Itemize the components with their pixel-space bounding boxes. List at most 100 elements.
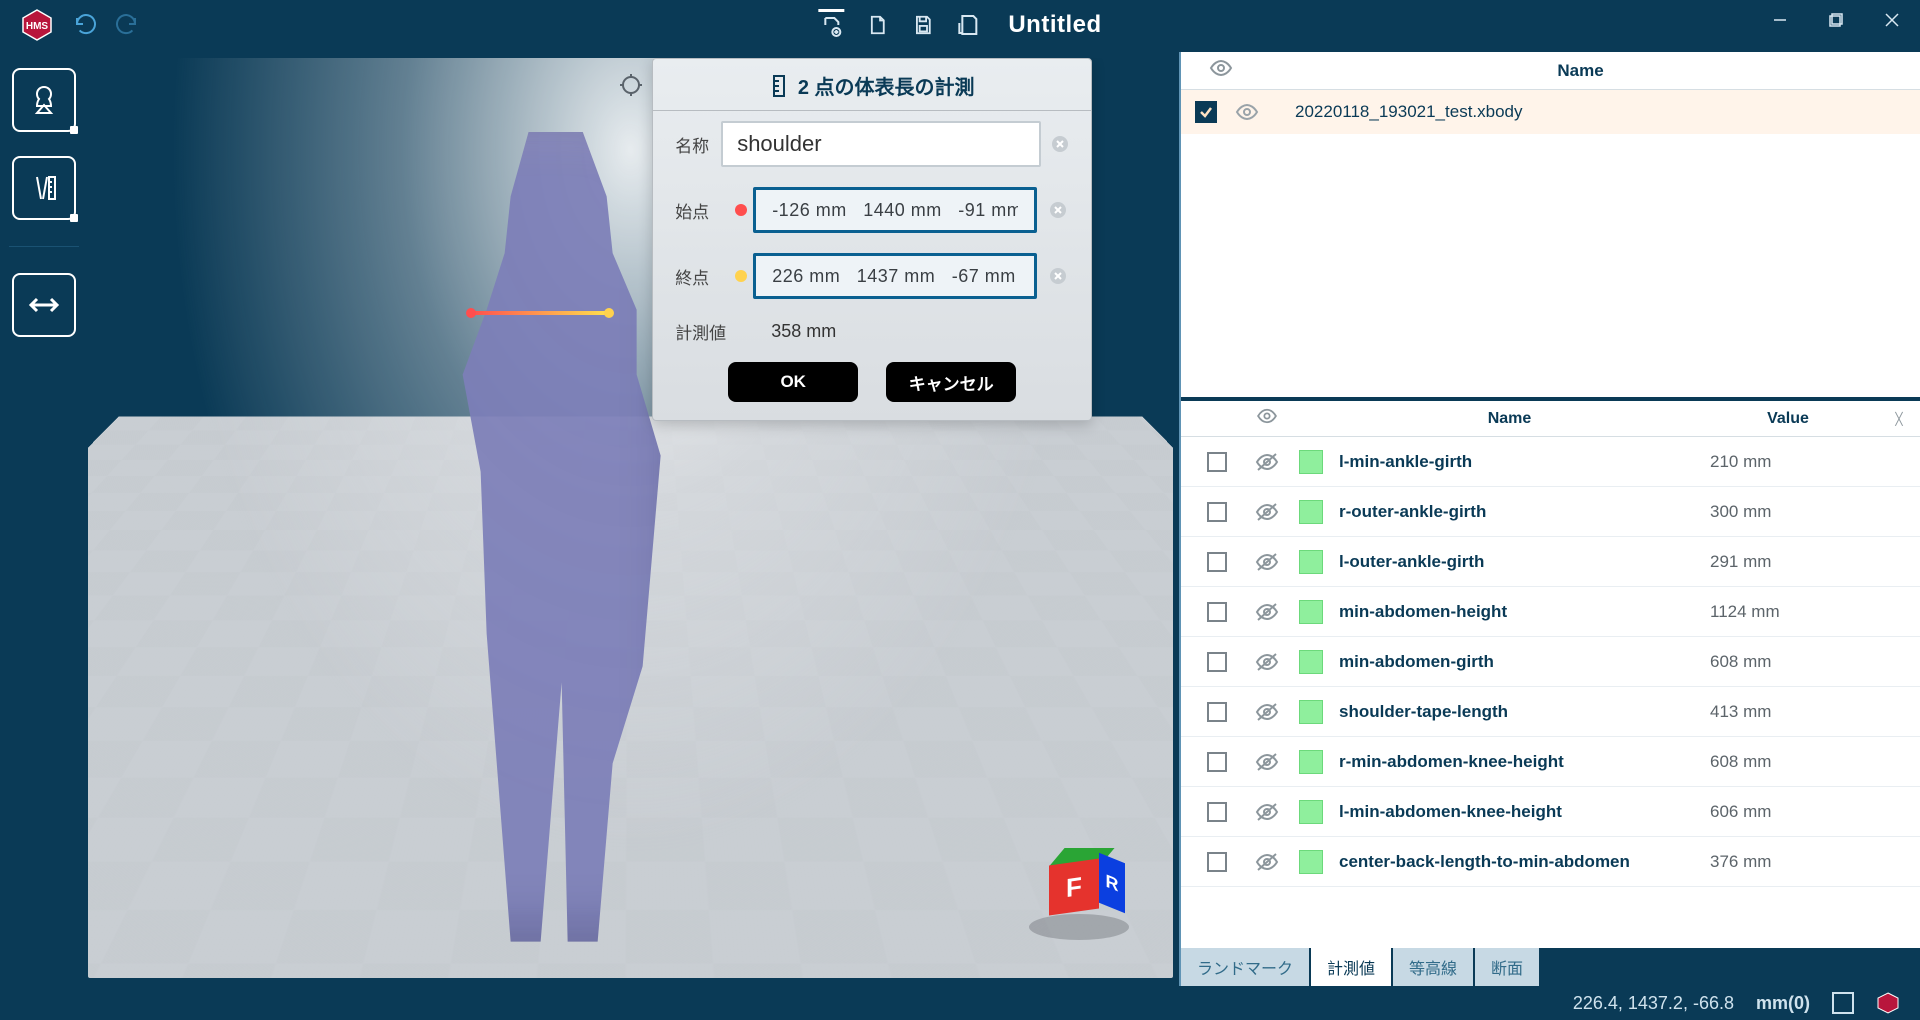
measure-row[interactable]: l-min-ankle-girth 210 mm bbox=[1181, 437, 1920, 487]
eye-icon[interactable] bbox=[1229, 103, 1265, 121]
result-label: 計測値 bbox=[675, 319, 755, 344]
files-name-header[interactable]: Name bbox=[1251, 61, 1910, 81]
measure-checkbox[interactable] bbox=[1191, 602, 1243, 622]
tab-landmark[interactable]: ランドマーク bbox=[1181, 948, 1309, 986]
svg-text:HMS: HMS bbox=[26, 21, 49, 32]
measure-value: 608 mm bbox=[1710, 652, 1910, 672]
save-as-button[interactable] bbox=[956, 12, 982, 38]
measure-checkbox[interactable] bbox=[1191, 752, 1243, 772]
cancel-button[interactable]: キャンセル bbox=[886, 362, 1016, 402]
measure-row[interactable]: l-min-abdomen-knee-height 606 mm bbox=[1181, 787, 1920, 837]
clear-start-button[interactable] bbox=[1047, 199, 1069, 221]
end-point-input[interactable] bbox=[753, 253, 1037, 299]
measure-row[interactable]: l-outer-ankle-girth 291 mm bbox=[1181, 537, 1920, 587]
eye-off-icon[interactable] bbox=[1243, 702, 1291, 722]
status-coords: 226.4, 1437.2, -66.8 bbox=[1573, 993, 1734, 1014]
panel-title: 2 点の体表長の計測 bbox=[798, 71, 975, 100]
measure-row[interactable]: r-min-abdomen-knee-height 608 mm bbox=[1181, 737, 1920, 787]
window-close-button[interactable] bbox=[1864, 0, 1920, 40]
mode-resize-button[interactable] bbox=[12, 273, 76, 337]
left-toolbar bbox=[0, 50, 88, 986]
measure-value: 606 mm bbox=[1710, 802, 1910, 822]
window-minimize-button[interactable] bbox=[1752, 0, 1808, 40]
reset-camera-button[interactable] bbox=[614, 68, 648, 102]
save-button[interactable] bbox=[910, 12, 936, 38]
measure-row[interactable]: min-abdomen-height 1124 mm bbox=[1181, 587, 1920, 637]
color-swatch[interactable] bbox=[1291, 500, 1331, 524]
eye-off-icon[interactable] bbox=[1243, 652, 1291, 672]
measure-name: l-min-abdomen-knee-height bbox=[1331, 802, 1710, 822]
mode-body-button[interactable] bbox=[12, 68, 76, 132]
file-checkbox[interactable] bbox=[1195, 101, 1217, 123]
measure-name: min-abdomen-height bbox=[1331, 602, 1710, 622]
ok-button[interactable]: OK bbox=[728, 362, 858, 402]
measure-name: l-min-ankle-girth bbox=[1331, 452, 1710, 472]
measurement-panel: 2 点の体表長の計測 名称 始点 bbox=[652, 58, 1092, 421]
end-color-dot bbox=[735, 270, 747, 282]
measure-name: min-abdomen-girth bbox=[1331, 652, 1710, 672]
measure-row[interactable]: r-outer-ankle-girth 300 mm bbox=[1181, 487, 1920, 537]
name-label: 名称 bbox=[675, 132, 711, 157]
measure-row[interactable]: center-back-length-to-min-abdomen 376 mm bbox=[1181, 837, 1920, 887]
color-swatch[interactable] bbox=[1291, 800, 1331, 824]
status-rect-icon[interactable] bbox=[1832, 992, 1854, 1014]
viewport-3d[interactable]: F R 2 点の体表長の計測 名称 bbox=[88, 58, 1173, 978]
eye-off-icon[interactable] bbox=[1243, 802, 1291, 822]
measure-name: l-outer-ankle-girth bbox=[1331, 552, 1710, 572]
color-swatch[interactable] bbox=[1291, 650, 1331, 674]
measure-value: 413 mm bbox=[1710, 702, 1910, 722]
measure-checkbox[interactable] bbox=[1191, 702, 1243, 722]
clear-end-button[interactable] bbox=[1047, 265, 1069, 287]
measure-name: r-min-abdomen-knee-height bbox=[1331, 752, 1710, 772]
measure-checkbox[interactable] bbox=[1191, 802, 1243, 822]
eye-off-icon[interactable] bbox=[1243, 852, 1291, 872]
result-value: 358 mm bbox=[771, 321, 836, 342]
measure-checkbox[interactable] bbox=[1191, 452, 1243, 472]
clear-name-button[interactable] bbox=[1051, 133, 1069, 155]
measure-name-header[interactable]: Name bbox=[1331, 410, 1688, 428]
measurement-line-shoulder[interactable] bbox=[470, 311, 610, 315]
measure-visibility-header-icon bbox=[1243, 408, 1291, 429]
mode-measure-button[interactable] bbox=[12, 156, 76, 220]
eye-off-icon[interactable] bbox=[1243, 602, 1291, 622]
measure-checkbox[interactable] bbox=[1191, 652, 1243, 672]
eye-off-icon[interactable] bbox=[1243, 752, 1291, 772]
app-logo: HMS bbox=[18, 6, 56, 44]
window-maximize-button[interactable] bbox=[1808, 0, 1864, 40]
color-swatch[interactable] bbox=[1291, 850, 1331, 874]
measure-row[interactable]: min-abdomen-girth 608 mm bbox=[1181, 637, 1920, 687]
measure-checkbox[interactable] bbox=[1191, 552, 1243, 572]
eye-off-icon[interactable] bbox=[1243, 502, 1291, 522]
toolbar-separator bbox=[9, 246, 79, 247]
files-visibility-header-icon bbox=[1191, 59, 1251, 82]
name-input[interactable] bbox=[721, 121, 1041, 167]
eye-off-icon[interactable] bbox=[1243, 452, 1291, 472]
tab-contour[interactable]: 等高線 bbox=[1393, 948, 1473, 986]
measure-row[interactable]: shoulder-tape-length 413 mm bbox=[1181, 687, 1920, 737]
color-swatch[interactable] bbox=[1291, 700, 1331, 724]
eye-off-icon[interactable] bbox=[1243, 552, 1291, 572]
color-swatch[interactable] bbox=[1291, 450, 1331, 474]
tab-measure[interactable]: 計測値 bbox=[1311, 948, 1391, 986]
file-row[interactable]: 20220118_193021_test.xbody bbox=[1181, 90, 1920, 134]
color-swatch[interactable] bbox=[1291, 600, 1331, 624]
tab-section[interactable]: 断面 bbox=[1475, 948, 1539, 986]
measure-value-header[interactable]: Value bbox=[1688, 410, 1888, 428]
measure-name: r-outer-ankle-girth bbox=[1331, 502, 1710, 522]
redo-button[interactable] bbox=[106, 5, 146, 45]
start-point-input[interactable] bbox=[753, 187, 1037, 233]
ruler-icon bbox=[770, 75, 788, 97]
undo-button[interactable] bbox=[66, 5, 106, 45]
measure-checkbox[interactable] bbox=[1191, 852, 1243, 872]
color-swatch[interactable] bbox=[1291, 550, 1331, 574]
import-body-button[interactable] bbox=[818, 9, 844, 35]
file-name: 20220118_193021_test.xbody bbox=[1295, 102, 1523, 122]
color-swatch[interactable] bbox=[1291, 750, 1331, 774]
scroll-up-indicator[interactable]: ╳ bbox=[1888, 412, 1910, 426]
status-logo-icon[interactable] bbox=[1876, 991, 1900, 1015]
measure-value: 300 mm bbox=[1710, 502, 1910, 522]
measure-checkbox[interactable] bbox=[1191, 502, 1243, 522]
orientation-cube[interactable]: F R bbox=[1033, 840, 1125, 932]
new-doc-button[interactable] bbox=[864, 12, 890, 38]
measure-value: 608 mm bbox=[1710, 752, 1910, 772]
